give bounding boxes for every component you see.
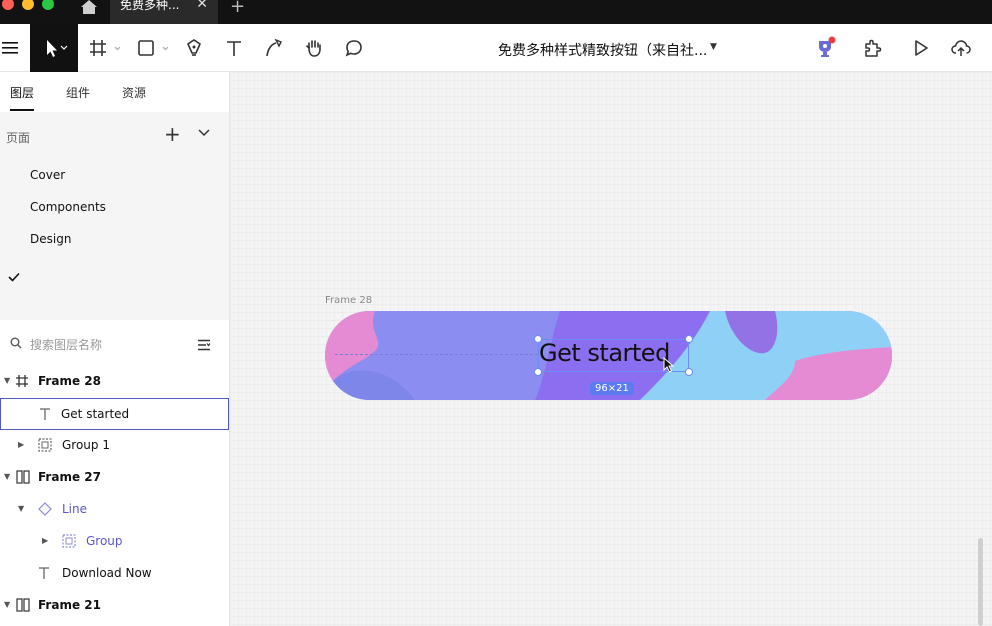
resize-handle[interactable] [534, 335, 542, 343]
pen-tool-icon[interactable] [182, 24, 206, 72]
auto-layout-icon [16, 470, 30, 487]
text-layer-icon [39, 407, 51, 424]
layer-row[interactable]: ▼ Frame 27 [0, 462, 229, 494]
layer-row[interactable]: ▶ Group 1 [0, 430, 229, 462]
menu-icon[interactable] [0, 24, 20, 72]
minimize-window-button[interactable] [22, 0, 34, 10]
layer-search [0, 330, 229, 360]
text-layer-icon [38, 566, 50, 583]
layer-row[interactable]: ▶ Group [0, 526, 229, 558]
design-canvas[interactable]: Frame 28 Get started 96×21 [230, 72, 992, 626]
resize-handle[interactable] [685, 335, 693, 343]
caret-down-icon[interactable]: ▼ [4, 376, 10, 385]
frame-tool-icon[interactable] [88, 24, 124, 72]
component-instance-icon [38, 502, 52, 519]
layer-row[interactable]: ▼ Line [0, 494, 229, 526]
layer-label: Group [86, 534, 123, 548]
rectangle-tool-icon[interactable] [136, 24, 172, 72]
tab-title: 免费多种... [120, 0, 180, 12]
check-icon [8, 271, 20, 285]
tab-components[interactable]: 组件 [66, 84, 90, 101]
filter-icon[interactable] [197, 339, 211, 354]
alignment-guide [335, 354, 538, 355]
text-tool-icon[interactable] [222, 24, 246, 72]
layer-row[interactable]: ▼ Frame 28 [0, 366, 229, 398]
page-item-design[interactable]: Design [30, 232, 71, 246]
size-badge: 96×21 [590, 382, 634, 395]
tab-close-icon[interactable]: ✕ [196, 0, 208, 11]
plugin-icon[interactable] [860, 24, 886, 72]
tab-document[interactable]: 免费多种... ✕ [110, 0, 218, 24]
layers-panel: 图层 组件 资源 页面 + Cover Components Design ▼ … [0, 72, 230, 626]
resize-handle[interactable] [685, 368, 693, 376]
layer-row[interactable]: Download Now [0, 558, 229, 590]
layer-label: Get started [61, 407, 130, 421]
vertical-scrollbar[interactable] [978, 538, 983, 626]
layer-label: Frame 21 [38, 598, 101, 612]
play-icon[interactable] [908, 24, 934, 72]
chevron-down-icon[interactable]: ▼ [710, 42, 717, 52]
caret-down-icon[interactable]: ▼ [4, 600, 10, 609]
caret-down-icon[interactable]: ▼ [18, 504, 24, 513]
toolbar: 免费多种样式精致按钮（来自社... ▼ [0, 24, 992, 72]
new-tab-button[interactable]: + [230, 0, 245, 17]
button-frame[interactable]: Get started 96×21 [325, 311, 892, 400]
page-item-cover[interactable]: Cover [30, 168, 65, 182]
add-page-button[interactable]: + [164, 122, 181, 146]
frame-icon [16, 374, 28, 391]
layer-row-selected[interactable]: Get started [0, 398, 229, 430]
pencil-path-tool-icon[interactable] [262, 24, 286, 72]
chevron-down-icon[interactable] [198, 126, 210, 140]
layer-label: Frame 28 [38, 374, 101, 388]
panel-tabs: 图层 组件 资源 [0, 72, 229, 112]
layer-label: Group 1 [62, 438, 110, 452]
layer-label: Download Now [62, 566, 152, 580]
trophy-icon[interactable] [812, 24, 838, 72]
search-icon [10, 337, 22, 352]
group-icon [38, 438, 52, 455]
layer-row[interactable]: ▼ Frame 21 [0, 590, 229, 622]
page-item-components[interactable]: Components [30, 200, 106, 214]
window-titlebar: 免费多种... ✕ + [0, 0, 992, 24]
caret-right-icon[interactable]: ▶ [42, 536, 48, 545]
pages-section: 页面 + Cover Components Design [0, 112, 229, 320]
layer-label: Frame 27 [38, 470, 101, 484]
group-icon [62, 534, 76, 551]
auto-layout-icon [16, 598, 30, 615]
caret-down-icon[interactable]: ▼ [4, 472, 10, 481]
active-tab-indicator [10, 109, 34, 111]
hand-tool-icon[interactable] [302, 24, 326, 72]
pages-header: 页面 [6, 131, 31, 145]
frame-label[interactable]: Frame 28 [325, 295, 372, 306]
comment-tool-icon[interactable] [342, 24, 366, 72]
tab-layers[interactable]: 图层 [10, 84, 34, 101]
move-tool-icon[interactable] [30, 24, 78, 72]
document-title[interactable]: 免费多种样式精致按钮（来自社... [498, 40, 707, 60]
tab-assets[interactable]: 资源 [122, 84, 146, 101]
search-input[interactable] [30, 335, 180, 355]
home-icon[interactable] [80, 0, 100, 16]
layer-label: Line [62, 502, 88, 516]
cloud-upload-icon[interactable] [948, 24, 974, 72]
close-window-button[interactable] [2, 0, 14, 10]
caret-right-icon[interactable]: ▶ [18, 440, 24, 449]
maximize-window-button[interactable] [42, 0, 54, 10]
resize-handle[interactable] [534, 368, 542, 376]
